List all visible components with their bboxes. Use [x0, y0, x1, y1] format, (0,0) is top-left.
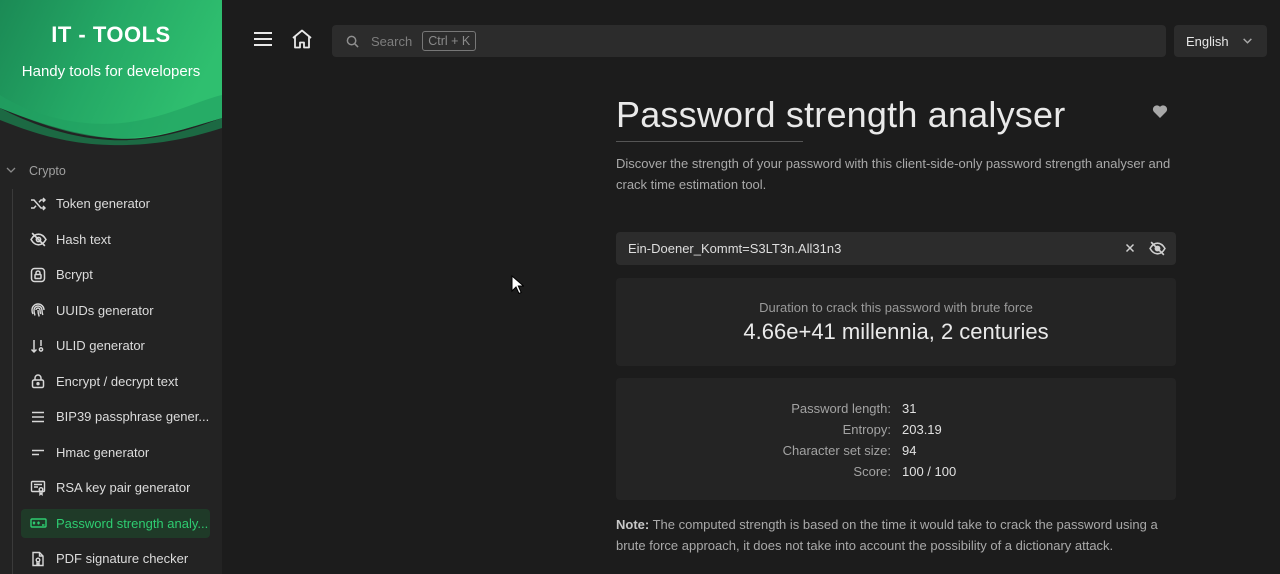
sidebar-item-label: ULID generator [56, 338, 145, 353]
toggle-visibility-button[interactable] [1149, 240, 1166, 260]
language-select[interactable]: English [1174, 25, 1267, 57]
lock-icon [29, 372, 47, 390]
app-brand[interactable]: IT - TOOLS [0, 22, 222, 48]
search-placeholder: Search [371, 33, 413, 49]
sidebar-section-crypto: Crypto Token generator Hash text Bcrypt [0, 160, 222, 574]
shuffle-icon [29, 195, 47, 213]
favorite-button[interactable] [1152, 104, 1168, 124]
short-lines-icon [29, 443, 47, 461]
search-icon [346, 35, 359, 48]
lock-square-icon [29, 266, 47, 284]
sidebar-item-label: RSA key pair generator [56, 480, 191, 495]
stat-value: 94 [902, 443, 917, 458]
sidebar-item-label: Password strength analy... [56, 515, 209, 531]
certificate-icon [29, 479, 47, 497]
sidebar-item-pdf-signature-checker[interactable]: PDF signature checker [21, 544, 210, 573]
chevron-down-icon [1242, 34, 1253, 49]
password-stats-card: Password length: 31 Entropy: 203.19 Char… [616, 378, 1176, 500]
sidebar-item-password-strength-analyser[interactable]: Password strength analy... [21, 508, 210, 538]
fingerprint-icon [29, 301, 47, 319]
sidebar-item-label: Hmac generator [56, 444, 150, 460]
page-title: Password strength analyser [616, 94, 1066, 135]
stat-row-entropy: Entropy: 203.19 [616, 422, 1176, 443]
stat-label: Character set size: [782, 443, 891, 458]
stat-value: 100 / 100 [902, 464, 957, 479]
stat-row-character-set-size: Character set size: 94 [616, 443, 1176, 464]
eye-off-icon [1149, 240, 1166, 260]
sort-arrows-icon [29, 337, 47, 355]
sidebar-item-label: Hash text [56, 231, 111, 247]
stat-label: Score: [853, 464, 891, 479]
sidebar-item-encrypt-decrypt-text[interactable]: Encrypt / decrypt text [21, 367, 210, 396]
search-bar[interactable]: Search Ctrl + K [332, 25, 1166, 57]
topbar: Search Ctrl + K English [222, 0, 1280, 82]
home-icon [291, 29, 313, 54]
home-button[interactable] [289, 28, 315, 54]
stat-value: 31 [902, 401, 917, 416]
app-tagline: Handy tools for developers [21, 63, 201, 80]
sidebar-item-uuids-generator[interactable]: UUIDs generator [21, 296, 210, 325]
heart-icon [1152, 105, 1168, 123]
sidebar-item-rsa-key-pair-generator[interactable]: RSA key pair generator [21, 473, 210, 502]
sidebar-item-label: UUIDs generator [56, 302, 154, 318]
sidebar-hero: IT - TOOLS Handy tools for developers [0, 0, 222, 150]
stat-label: Entropy: [842, 422, 891, 437]
hamburger-icon [253, 31, 273, 52]
title-divider [616, 141, 803, 142]
close-icon [1122, 240, 1138, 259]
eye-off-icon [29, 230, 47, 248]
strength-note: Note: The computed strength is based on … [616, 514, 1176, 556]
sidebar-item-bcrypt[interactable]: Bcrypt [21, 260, 210, 289]
stat-row-score: Score: 100 / 100 [616, 464, 1176, 485]
section-label: Crypto [29, 164, 66, 178]
clear-button[interactable] [1122, 240, 1138, 259]
sidebar-item-hmac-generator[interactable]: Hmac generator [21, 438, 210, 467]
crack-time-value: 4.66e+41 millennia, 2 centuries [743, 319, 1049, 344]
note-text: The computed strength is based on the ti… [616, 517, 1158, 553]
sidebar-item-label: BIP39 passphrase gener... [56, 409, 210, 424]
mouse-pointer-icon [511, 274, 525, 300]
sidebar-item-label: PDF signature checker [56, 551, 189, 566]
note-label: Note: [616, 517, 650, 532]
lines-icon [29, 408, 47, 426]
crack-time-caption: Duration to crack this password with bru… [759, 300, 1033, 315]
language-value: English [1186, 33, 1229, 49]
sidebar-menu: Token generator Hash text Bcrypt UUIDs g… [0, 189, 222, 574]
sidebar-item-hash-text[interactable]: Hash text [21, 225, 210, 254]
password-input[interactable]: Ein-Doener_Kommt=S3LT3n.All31n3 [616, 232, 1176, 265]
search-shortcut-hint: Ctrl + K [422, 31, 477, 51]
sidebar-item-bip39-passphrase-generator[interactable]: BIP39 passphrase gener... [21, 402, 210, 431]
sidebar-item-label: Bcrypt [56, 267, 93, 282]
menu-toggle-button[interactable] [250, 28, 276, 54]
password-icon [29, 514, 47, 532]
file-certificate-icon [29, 550, 47, 568]
sidebar-item-token-generator[interactable]: Token generator [21, 189, 210, 218]
crack-time-card: Duration to crack this password with bru… [616, 278, 1176, 366]
page-description: Discover the strength of your password w… [616, 156, 1171, 192]
chevron-down-icon [6, 165, 20, 178]
sidebar-item-ulid-generator[interactable]: ULID generator [21, 331, 210, 360]
sidebar-item-label: Encrypt / decrypt text [56, 373, 179, 389]
sidebar: IT - TOOLS Handy tools for developers Cr… [0, 0, 222, 574]
password-value[interactable]: Ein-Doener_Kommt=S3LT3n.All31n3 [628, 241, 1176, 256]
sidebar-item-label: Token generator [56, 196, 150, 211]
section-toggle-crypto[interactable]: Crypto [0, 160, 222, 182]
stat-row-password-length: Password length: 31 [616, 401, 1176, 422]
stat-label: Password length: [791, 401, 891, 416]
stat-value: 203.19 [902, 422, 942, 437]
